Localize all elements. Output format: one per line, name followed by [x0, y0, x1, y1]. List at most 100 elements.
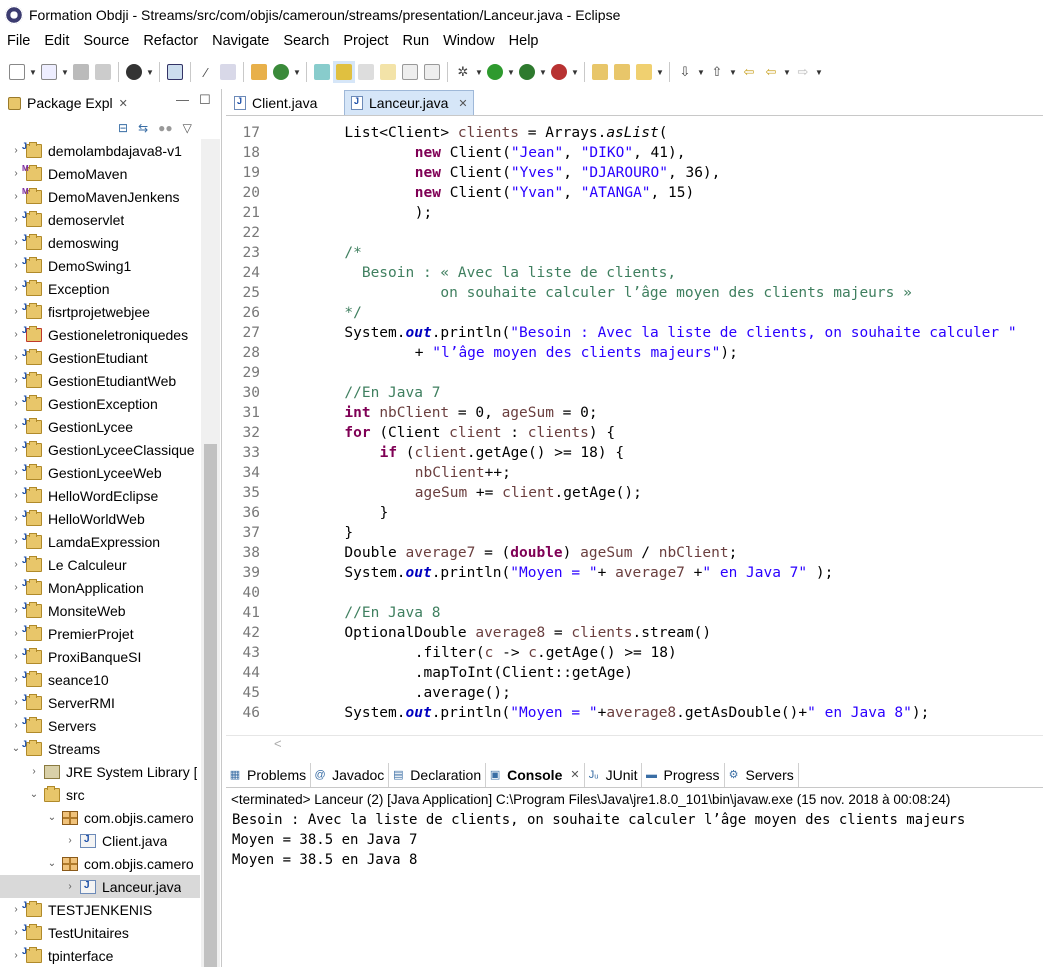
coverage-dropdown-icon[interactable]: ▼ [538, 61, 548, 83]
editor-horizontal-scrollbar[interactable]: < [226, 735, 1043, 753]
chevron-right-icon[interactable]: › [10, 950, 22, 961]
coverage-icon[interactable] [516, 61, 538, 83]
chevron-right-icon[interactable]: › [10, 513, 22, 524]
tree-item[interactable]: › TestUnitaires [0, 921, 200, 944]
next-annotation-dropdown-icon[interactable]: ▼ [696, 61, 706, 83]
console-output[interactable]: Besoin : Avec la liste de clients, on so… [226, 810, 1043, 967]
chevron-right-icon[interactable]: › [10, 168, 22, 179]
tab-problems[interactable]: ▦ Problems [226, 762, 312, 787]
last-edit-icon[interactable]: ⇦ [738, 61, 760, 83]
tree-item[interactable]: › Servers [0, 714, 200, 737]
tree-item[interactable]: › fisrtprojetwebjee [0, 300, 200, 323]
tab-declaration[interactable]: ▤ Declaration [389, 762, 487, 787]
scrollbar-thumb[interactable] [204, 444, 217, 967]
tree-item[interactable]: › ServerRMI [0, 691, 200, 714]
open-folder-icon[interactable] [589, 61, 611, 83]
tree-item[interactable]: › DemoMavenJenkens [0, 185, 200, 208]
tree-item[interactable]: ⌄ com.objis.camero [0, 852, 200, 875]
prev-annotation-icon[interactable]: ⇧ [706, 61, 728, 83]
chevron-right-icon[interactable]: › [10, 927, 22, 938]
tree-item[interactable]: › tpinterface [0, 944, 200, 967]
close-icon[interactable]: ✕ [570, 768, 579, 781]
console-view-icon[interactable] [164, 61, 186, 83]
new-class-dropdown-icon[interactable]: ▼ [292, 61, 302, 83]
task-icon[interactable] [355, 61, 377, 83]
menu-source[interactable]: Source [76, 29, 136, 54]
tab-junit[interactable]: Jᵤ JUnit [585, 762, 643, 787]
chevron-right-icon[interactable]: › [10, 191, 22, 202]
minimize-icon[interactable]: — [176, 92, 189, 107]
menu-help[interactable]: Help [502, 29, 546, 54]
chevron-right-icon[interactable]: › [10, 145, 22, 156]
tree-item[interactable]: › seance10 [0, 668, 200, 691]
chevron-right-icon[interactable]: › [10, 398, 22, 409]
run-dropdown-icon[interactable]: ▼ [506, 61, 516, 83]
chevron-right-icon[interactable]: › [10, 628, 22, 639]
tree-item[interactable]: › demolambdajava8-v1 [0, 139, 200, 162]
tree-item[interactable]: › DemoSwing1 [0, 254, 200, 277]
tree-item[interactable]: › GestionEtudiant [0, 346, 200, 369]
tree-item[interactable]: › demoswing [0, 231, 200, 254]
tree-item[interactable]: › ProxiBanqueSI [0, 645, 200, 668]
new-class-icon[interactable] [270, 61, 292, 83]
tree-item[interactable]: › HelloWordEclipse [0, 484, 200, 507]
chevron-right-icon[interactable]: › [64, 835, 76, 846]
tree-item[interactable]: › MonsiteWeb [0, 599, 200, 622]
chevron-right-icon[interactable]: › [10, 582, 22, 593]
open-type-icon[interactable] [311, 61, 333, 83]
account-icon[interactable] [123, 61, 145, 83]
tree-item[interactable]: › Le Calculeur [0, 553, 200, 576]
forward-icon[interactable]: ⇨ [792, 61, 814, 83]
back-icon[interactable]: ⇦ [760, 61, 782, 83]
package-explorer-tab[interactable]: Package Expl ✕ [2, 90, 144, 116]
tree-item[interactable]: › DemoMaven [0, 162, 200, 185]
new-icon[interactable] [6, 61, 28, 83]
tree-item[interactable]: › Exception [0, 277, 200, 300]
chevron-down-icon[interactable]: ⌄ [46, 812, 58, 823]
link-with-editor-icon[interactable]: ⇆ [138, 121, 148, 135]
tree-item[interactable]: › PremierProjet [0, 622, 200, 645]
chevron-right-icon[interactable]: › [10, 559, 22, 570]
code-editor[interactable]: 17 List<Client> clients = Arrays.asList(1… [226, 117, 1043, 735]
chevron-right-icon[interactable]: › [10, 536, 22, 547]
chevron-right-icon[interactable]: › [10, 283, 22, 294]
chevron-right-icon[interactable]: › [10, 237, 22, 248]
new-window-icon[interactable] [38, 61, 60, 83]
chevron-right-icon[interactable]: › [10, 904, 22, 915]
save-all-icon[interactable] [92, 61, 114, 83]
chevron-right-icon[interactable]: › [10, 375, 22, 386]
drop-to-frame-icon[interactable] [217, 61, 239, 83]
tree-item[interactable]: › GestionLyceeWeb [0, 461, 200, 484]
tab-lanceur-java[interactable]: Lanceur.java ✕ [344, 90, 474, 115]
tree-item[interactable]: › LamdaExpression [0, 530, 200, 553]
menu-window[interactable]: Window [436, 29, 502, 54]
search-dropdown-icon[interactable]: ▼ [655, 61, 665, 83]
new-java-project-icon[interactable] [248, 61, 270, 83]
menu-project[interactable]: Project [336, 29, 395, 54]
menu-search[interactable]: Search [276, 29, 336, 54]
tree-item[interactable]: › Gestioneletroniquedes [0, 323, 200, 346]
tree-item[interactable]: › TESTJENKENIS [0, 898, 200, 921]
tree-item[interactable]: › HelloWorldWeb [0, 507, 200, 530]
external-tools-icon[interactable] [548, 61, 570, 83]
chevron-down-icon[interactable]: ⌄ [10, 743, 22, 754]
collapse-all-icon[interactable]: ⊟ [118, 121, 128, 135]
menu-refactor[interactable]: Refactor [136, 29, 205, 54]
tab-progress[interactable]: ▬ Progress [642, 762, 725, 787]
tree-item[interactable]: ⌄ Streams [0, 737, 200, 760]
prev-annotation-dropdown-icon[interactable]: ▼ [728, 61, 738, 83]
external-tools-dropdown-icon[interactable]: ▼ [570, 61, 580, 83]
menu-run[interactable]: Run [395, 29, 436, 54]
tab-client-java[interactable]: Client.java [228, 90, 340, 115]
close-icon[interactable]: ✕ [119, 97, 128, 110]
chevron-right-icon[interactable]: › [10, 720, 22, 731]
tree-item[interactable]: › MonApplication [0, 576, 200, 599]
chevron-right-icon[interactable]: › [10, 697, 22, 708]
tab-servers[interactable]: ⚙ Servers [725, 762, 799, 787]
tree-item[interactable]: › Lanceur.java [0, 875, 200, 898]
chevron-right-icon[interactable]: › [10, 444, 22, 455]
account-dropdown-icon[interactable]: ▼ [145, 61, 155, 83]
explorer-scrollbar[interactable] [201, 139, 220, 967]
tree-item[interactable]: › demoservlet [0, 208, 200, 231]
maximize-icon[interactable]: ☐ [199, 92, 211, 108]
